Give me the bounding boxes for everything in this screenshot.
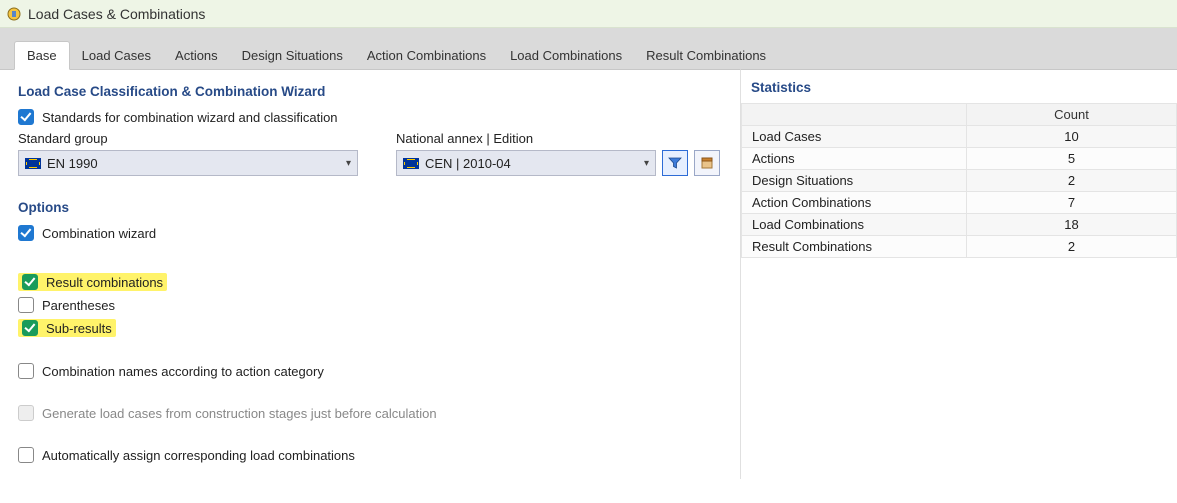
tab-load-combinations[interactable]: Load Combinations xyxy=(498,42,634,69)
statistics-panel: Statistics Count Load Cases10 Actions5 D… xyxy=(740,69,1177,479)
result-combinations-label: Result combinations xyxy=(46,275,163,290)
national-annex-label: National annex | Edition xyxy=(396,131,720,146)
tabbar: Base Load Cases Actions Design Situation… xyxy=(0,40,1177,69)
standard-group-label: Standard group xyxy=(18,131,358,146)
wizard-heading: Load Case Classification & Combination W… xyxy=(18,84,722,99)
standards-checkbox[interactable] xyxy=(18,109,34,125)
standard-group-value: EN 1990 xyxy=(47,156,98,171)
table-row: Action Combinations7 xyxy=(742,192,1177,214)
tab-result-combinations[interactable]: Result Combinations xyxy=(634,42,778,69)
table-row: Load Cases10 xyxy=(742,126,1177,148)
options-heading: Options xyxy=(18,200,722,215)
statistics-heading: Statistics xyxy=(741,78,1177,103)
window-title: Load Cases & Combinations xyxy=(28,6,205,22)
auto-assign-label: Automatically assign corresponding load … xyxy=(42,448,355,463)
sub-results-label: Sub-results xyxy=(46,321,112,336)
gen-from-stages-label: Generate load cases from construction st… xyxy=(42,406,437,421)
table-header-row: Count xyxy=(742,104,1177,126)
main-panel: Load Case Classification & Combination W… xyxy=(0,69,740,479)
standard-group-combo[interactable]: EN 1990 ▾ xyxy=(18,150,358,176)
national-annex-combo[interactable]: CEN | 2010-04 ▾ xyxy=(396,150,656,176)
eu-flag-icon xyxy=(25,158,41,169)
result-combinations-checkbox[interactable] xyxy=(22,274,38,290)
names-by-category-label: Combination names according to action ca… xyxy=(42,364,324,379)
sub-results-checkbox[interactable] xyxy=(22,320,38,336)
tabbar-container: Base Load Cases Actions Design Situation… xyxy=(0,28,1177,479)
tab-base[interactable]: Base xyxy=(14,41,70,70)
funnel-icon xyxy=(668,156,682,170)
table-header-count: Count xyxy=(967,104,1177,126)
tab-action-combinations[interactable]: Action Combinations xyxy=(355,42,498,69)
table-row: Result Combinations2 xyxy=(742,236,1177,258)
tab-actions[interactable]: Actions xyxy=(163,42,230,69)
standards-label: Standards for combination wizard and cla… xyxy=(42,110,338,125)
national-annex-value: CEN | 2010-04 xyxy=(425,156,511,171)
tab-load-cases[interactable]: Load Cases xyxy=(70,42,163,69)
statistics-table: Count Load Cases10 Actions5 Design Situa… xyxy=(741,103,1177,258)
titlebar: Load Cases & Combinations xyxy=(0,0,1177,28)
table-row: Actions5 xyxy=(742,148,1177,170)
app-icon xyxy=(6,6,22,22)
names-by-category-checkbox[interactable] xyxy=(18,363,34,379)
gen-from-stages-checkbox xyxy=(18,405,34,421)
filter-button[interactable] xyxy=(662,150,688,176)
combination-wizard-checkbox[interactable] xyxy=(18,225,34,241)
parentheses-checkbox[interactable] xyxy=(18,297,34,313)
chevron-down-icon: ▾ xyxy=(346,158,351,169)
parentheses-label: Parentheses xyxy=(42,298,115,313)
combination-wizard-label: Combination wizard xyxy=(42,226,156,241)
eu-flag-icon xyxy=(403,158,419,169)
settings-button[interactable] xyxy=(694,150,720,176)
box-icon xyxy=(700,156,714,170)
auto-assign-checkbox[interactable] xyxy=(18,447,34,463)
table-row: Design Situations2 xyxy=(742,170,1177,192)
table-row: Load Combinations18 xyxy=(742,214,1177,236)
tab-design-situations[interactable]: Design Situations xyxy=(230,42,355,69)
table-header-empty xyxy=(742,104,967,126)
chevron-down-icon: ▾ xyxy=(644,158,649,169)
